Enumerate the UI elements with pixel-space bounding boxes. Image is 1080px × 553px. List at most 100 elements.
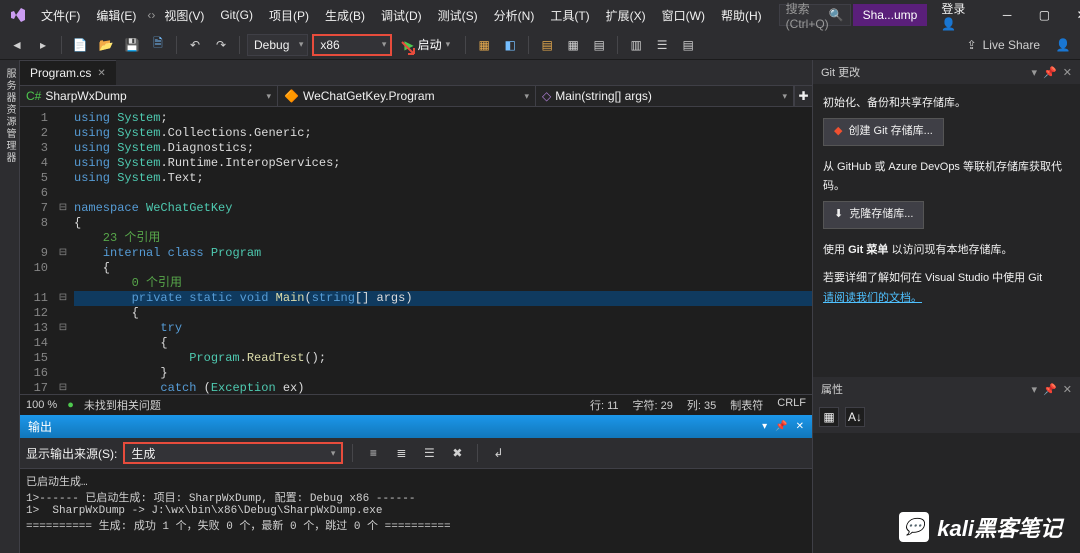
file-tab-bar: Program.cs ✕ <box>20 60 812 86</box>
redo-icon[interactable]: ↷ <box>210 34 232 56</box>
tb-icon-4[interactable]: ▦ <box>562 34 584 56</box>
menu-tools[interactable]: 工具(T) <box>543 3 596 28</box>
props-alpha-icon[interactable]: A↓ <box>845 407 865 427</box>
git-clone-repo-button[interactable]: ⬇ 克隆存储库... <box>823 201 924 229</box>
save-icon[interactable]: 💾 <box>121 34 143 56</box>
props-dropdown-icon[interactable]: ▾ <box>1032 383 1038 396</box>
git-line1: 初始化、备份和共享存储库。 <box>823 94 1070 114</box>
menu-help[interactable]: 帮助(H) <box>714 3 769 28</box>
props-categorized-icon[interactable]: ▦ <box>819 407 839 427</box>
nav-project[interactable]: C# SharpWxDump <box>20 86 278 106</box>
status-eol[interactable]: CRLF <box>777 397 806 413</box>
issues-text: 未找到相关问题 <box>84 397 161 413</box>
wechat-icon: 💬 <box>899 512 929 542</box>
save-all-icon[interactable]: 🗎 <box>147 34 169 56</box>
panel-pin-icon[interactable]: 📌 <box>1043 66 1057 79</box>
tb-icon-8[interactable]: ▤ <box>677 34 699 56</box>
feedback-icon[interactable]: 👤 <box>1052 34 1074 56</box>
maximize-button[interactable]: ▢ <box>1028 1 1061 29</box>
left-collapsed-tabs: 服务器资源管理器 工具箱 <box>0 60 20 553</box>
panel-close-icon[interactable]: ✕ <box>1063 66 1072 79</box>
nav-fwd-icon[interactable]: ▸ <box>32 34 54 56</box>
props-close-icon[interactable]: ✕ <box>1063 383 1072 396</box>
login-link[interactable]: 登录 👤 <box>931 0 986 35</box>
output-toolbar: 显示输出来源(S): 生成 ≡ ≣ ☰ ✖ ↲ <box>20 438 812 469</box>
menu-view[interactable]: 视图(V) <box>157 3 211 28</box>
nav-method[interactable]: ◇ Main(string[] args) <box>536 86 794 106</box>
platform-dropdown[interactable]: x86 <box>312 34 392 56</box>
vs-logo-icon <box>10 6 26 24</box>
config-dropdown[interactable]: Debug <box>247 34 308 56</box>
status-sel: 列: 35 <box>687 397 716 413</box>
output-source-dropdown[interactable]: 生成 <box>123 442 343 464</box>
menu-project[interactable]: 项目(P) <box>262 3 316 28</box>
editor[interactable]: 12345678 910 1112131415161718192021 ⊟⊟⊟⊟… <box>20 107 812 394</box>
start-debug-button[interactable]: ▶ 启动 ▾ <box>396 34 458 56</box>
search-placeholder: 搜索 (Ctrl+Q) <box>786 0 829 31</box>
output-clear-icon[interactable]: ✖ <box>446 442 468 464</box>
output-body[interactable]: 已启动生成… 1>------ 已启动生成: 项目: SharpWxDump, … <box>20 469 812 553</box>
editor-status-bar: 100 % ● 未找到相关问题 行: 11 字符: 29 列: 35 制表符 C… <box>20 394 812 415</box>
panel-dropdown-icon[interactable]: ▾ <box>1032 66 1038 79</box>
menu-test[interactable]: 测试(S) <box>431 3 485 28</box>
search-icon: 🔍 <box>829 8 844 22</box>
live-share-button[interactable]: ⇪ Live Share <box>959 38 1048 52</box>
tab-server-explorer[interactable]: 服务器资源管理器 <box>2 68 17 545</box>
tb-icon-1[interactable]: ▦ <box>473 34 495 56</box>
output-source-label: 显示输出来源(S): <box>26 445 117 462</box>
output-prev-icon[interactable]: ≣ <box>390 442 412 464</box>
nav-bar: C# SharpWxDump 🔶 WeChatGetKey.Program ◇ … <box>20 86 812 107</box>
zoom-level[interactable]: 100 % <box>26 399 57 411</box>
csharp-icon: C# <box>26 89 41 103</box>
output-dropdown-icon[interactable]: ▾ <box>762 421 767 432</box>
share-icon: ⇪ <box>967 38 977 52</box>
main-toolbar: ◄ ▸ 📄 📂 💾 🗎 ↶ ↷ Debug x86 ▶ 启动 ▾ ▦ ◧ ▤ ▦… <box>0 30 1080 60</box>
git-panel-head: Git 更改 ▾ 📌 ✕ <box>813 60 1080 84</box>
output-wrap-icon[interactable]: ↲ <box>487 442 509 464</box>
menu-debug[interactable]: 调试(D) <box>374 3 429 28</box>
tb-icon-7[interactable]: ☰ <box>651 34 673 56</box>
play-icon: ▶ <box>404 38 413 52</box>
open-file-icon[interactable]: 📂 <box>95 34 117 56</box>
file-tab-program[interactable]: Program.cs ✕ <box>20 60 116 85</box>
watermark: 💬 kali黑客笔记 <box>899 511 1062 543</box>
menu-git[interactable]: Git(G) <box>213 4 260 26</box>
output-next-icon[interactable]: ☰ <box>418 442 440 464</box>
close-window-button[interactable]: ✕ <box>1065 1 1080 29</box>
props-toolbar: ▦ A↓ <box>813 401 1080 433</box>
git-docs-link[interactable]: 请阅读我们的文档。 <box>823 292 922 304</box>
output-titlebar: 输出 ▾ 📌 ✕ <box>20 415 812 438</box>
git-line4: 若要详细了解如何在 Visual Studio 中使用 Git <box>823 269 1070 289</box>
status-col: 字符: 29 <box>633 397 673 413</box>
menu-analyze[interactable]: 分析(N) <box>487 3 542 28</box>
menu-file[interactable]: 文件(F) <box>34 3 87 28</box>
tb-icon-3[interactable]: ▤ <box>536 34 558 56</box>
output-close-icon[interactable]: ✕ <box>796 421 804 432</box>
menu-edit[interactable]: 编辑(E) <box>89 3 143 28</box>
props-pin-icon[interactable]: 📌 <box>1043 383 1057 396</box>
search-box[interactable]: 搜索 (Ctrl+Q) 🔍 <box>779 4 851 26</box>
close-tab-icon[interactable]: ✕ <box>97 68 105 79</box>
menu-extensions[interactable]: 扩展(X) <box>599 3 653 28</box>
output-goto-icon[interactable]: ≡ <box>362 442 384 464</box>
status-line: 行: 11 <box>590 397 619 413</box>
git-icon: ◆ <box>834 122 842 142</box>
nav-back-icon[interactable]: ◄ <box>6 34 28 56</box>
download-icon: ⬇ <box>834 205 843 225</box>
tb-icon-5[interactable]: ▤ <box>588 34 610 56</box>
nav-class[interactable]: 🔶 WeChatGetKey.Program <box>278 86 536 106</box>
tb-icon-2[interactable]: ◧ <box>499 34 521 56</box>
overflow-icon: ‹› <box>147 8 155 22</box>
tb-icon-6[interactable]: ▥ <box>625 34 647 56</box>
status-tabs[interactable]: 制表符 <box>730 397 763 413</box>
ok-icon: ● <box>67 399 74 411</box>
minimize-button[interactable]: ─ <box>991 1 1024 29</box>
git-create-repo-button[interactable]: ◆ 创建 Git 存储库... <box>823 118 944 146</box>
output-pin-icon[interactable]: 📌 <box>775 421 787 432</box>
undo-icon[interactable]: ↶ <box>184 34 206 56</box>
split-view-icon[interactable]: ✚ <box>794 86 812 106</box>
output-panel: 输出 ▾ 📌 ✕ 显示输出来源(S): 生成 ≡ ≣ ☰ ✖ ↲ <box>20 415 812 553</box>
menu-build[interactable]: 生成(B) <box>318 3 372 28</box>
new-project-icon[interactable]: 📄 <box>69 34 91 56</box>
menu-window[interactable]: 窗口(W) <box>655 3 712 28</box>
